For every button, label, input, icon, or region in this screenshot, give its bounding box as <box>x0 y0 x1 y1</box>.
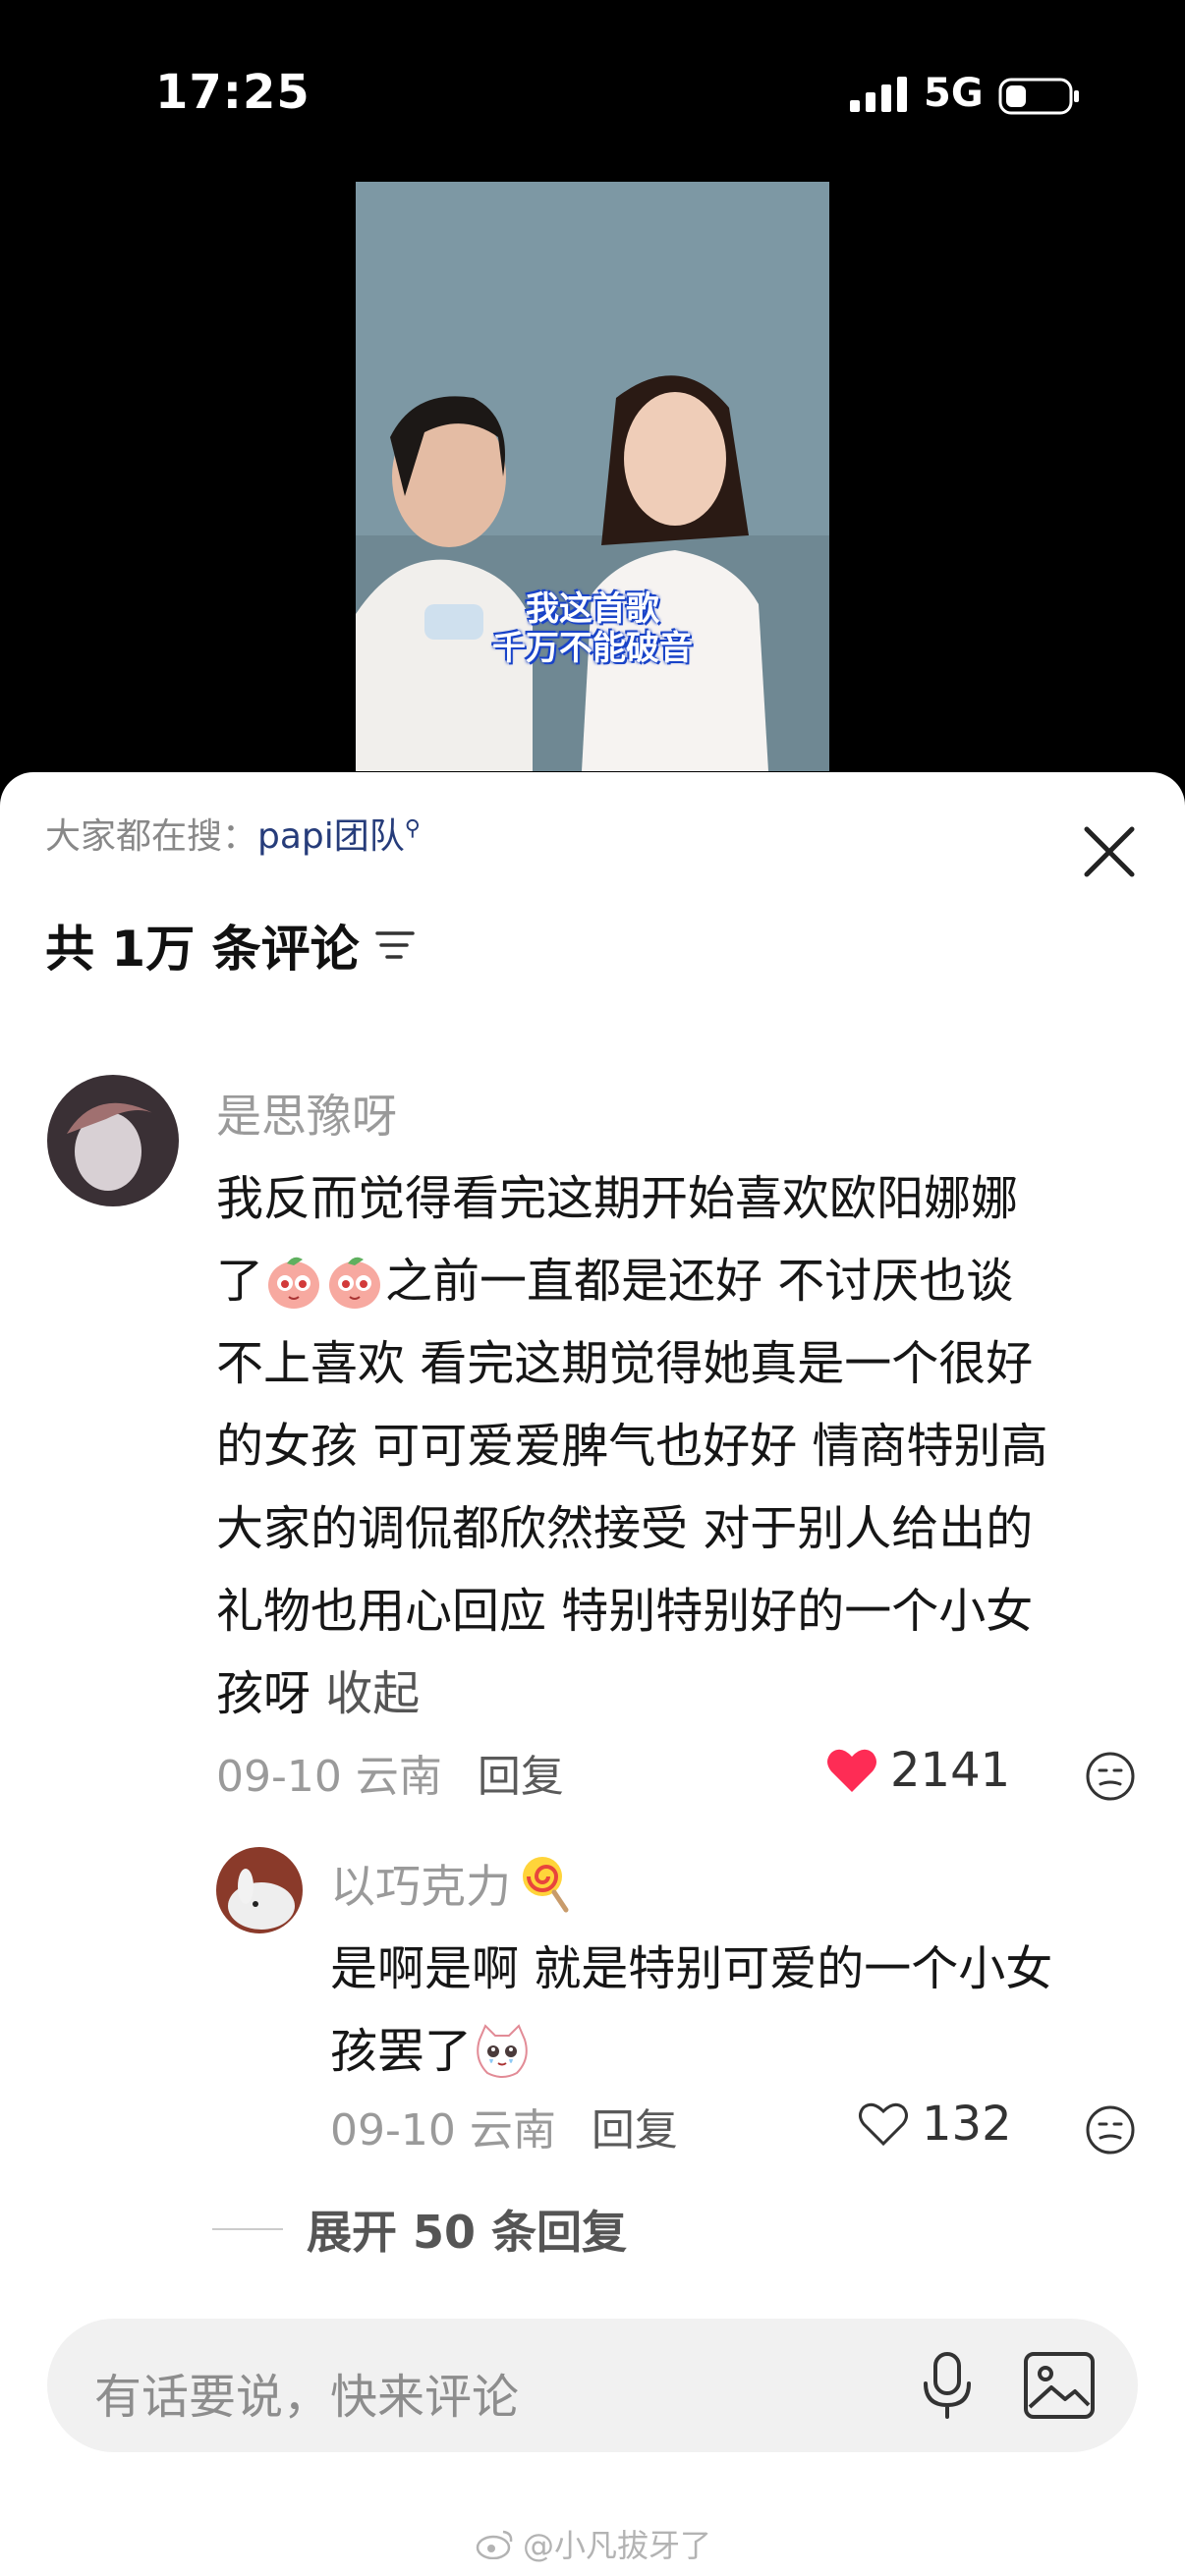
comment-username[interactable]: 是思豫呀 <box>216 1081 397 1146</box>
comment-date: 09-10 <box>216 1752 342 1802</box>
avatar[interactable] <box>47 1075 179 1206</box>
comment-count-row[interactable]: 共 1万 条评论 <box>45 910 417 980</box>
reply-button[interactable]: 回复 <box>592 2095 678 2157</box>
signal-icon <box>850 77 907 112</box>
like-button[interactable]: 2141 <box>825 1743 1010 1798</box>
comment-location: 云南 <box>469 2105 556 2156</box>
comment-meta: 09-10 云南 回复 <box>216 1741 564 1804</box>
comment-text-part: 之前一直都是还好 不讨厌也谈 <box>385 1254 1014 1309</box>
reply-username-row[interactable]: 以巧克力 <box>330 1851 570 1916</box>
video-caption: 我这首歌 千万不能破音 <box>356 589 829 668</box>
comment-line: 不上喜欢 看完这期觉得她真是一个很好 <box>216 1336 1034 1391</box>
comment-line: 是啊是啊 就是特别可爱的一个小女 <box>330 1941 1053 1996</box>
weibo-logo-icon <box>476 2530 513 2559</box>
comment-line: 礼物也用心回应 特别特别好的一个小女 <box>216 1584 1034 1639</box>
close-icon[interactable] <box>1079 821 1140 882</box>
video-player[interactable]: 我这首歌 千万不能破音 <box>356 182 829 771</box>
collapse-link[interactable]: 收起 <box>325 1666 420 1721</box>
peach-emoji-icon <box>329 1257 381 1309</box>
comment-input-placeholder: 有话要说，快来评论 <box>94 2370 520 2425</box>
status-bar: 17:25 5G <box>0 0 1185 187</box>
divider <box>212 2228 283 2230</box>
video-frame <box>356 182 829 771</box>
sort-icon[interactable] <box>373 924 417 967</box>
expand-replies-button[interactable]: 展开 50 条回复 <box>212 2197 627 2262</box>
emoji-reaction-icon[interactable] <box>1085 1751 1136 1802</box>
comment-line: 孩罢了 <box>330 2010 1146 2093</box>
search-icon: ⚲ <box>404 816 421 841</box>
comment-line: 孩呀 收起 <box>216 1652 1150 1735</box>
heart-filled-icon <box>827 1749 876 1792</box>
trending-search[interactable]: 大家都在搜：papi团队⚲ <box>45 808 421 859</box>
lollipop-emoji-icon <box>523 1857 569 1913</box>
crying-cat-emoji-icon <box>477 2024 528 2078</box>
comment-date-location: 09-10 云南 <box>330 2095 556 2157</box>
like-button[interactable]: 132 <box>857 2097 1012 2152</box>
comment-text-part: 孩呀 <box>216 1666 311 1721</box>
comment-sheet: 大家都在搜：papi团队⚲ 共 1万 条评论 是思豫呀 我反而觉得看完这期开始喜… <box>0 772 1185 2576</box>
like-count: 2141 <box>890 1743 1011 1798</box>
image-icon[interactable] <box>1020 2348 1099 2423</box>
avatar-image <box>216 1847 303 1933</box>
heart-outline-icon <box>859 2102 908 2147</box>
expand-replies-label: 展开 50 条回复 <box>307 2206 628 2259</box>
comment-date-location: 09-10 云南 <box>216 1741 442 1804</box>
search-keyword[interactable]: papi团队 <box>257 816 405 857</box>
network-type: 5G <box>924 71 984 116</box>
caption-line-1: 我这首歌 <box>526 589 659 629</box>
comment-line: 大家的调侃都欣然接受 对于别人给出的 <box>216 1501 1034 1556</box>
microphone-icon[interactable] <box>908 2346 987 2425</box>
comment-text-part: 了 <box>216 1254 264 1309</box>
reply-text: 是啊是啊 就是特别可爱的一个小女 孩罢了 <box>330 1928 1146 2093</box>
avatar-image <box>47 1075 179 1206</box>
caption-line-2: 千万不能破音 <box>492 629 693 668</box>
comment-location: 云南 <box>355 1752 442 1802</box>
comment-input[interactable]: 有话要说，快来评论 <box>47 2319 1138 2452</box>
status-time: 17:25 <box>155 65 310 120</box>
comment-line: 我反而觉得看完这期开始喜欢欧阳娜娜 <box>216 1171 1019 1226</box>
peach-emoji-icon <box>268 1257 320 1309</box>
battery-icon <box>998 78 1079 115</box>
comment-text-part: 孩罢了 <box>330 2024 473 2079</box>
reply-button[interactable]: 回复 <box>478 1741 564 1804</box>
comment-text: 我反而觉得看完这期开始喜欢欧阳娜娜 了 之前一直都是还好 不讨厌也谈 不上喜欢 看… <box>216 1157 1150 1735</box>
comment-date: 09-10 <box>330 2105 456 2156</box>
avatar[interactable] <box>216 1847 303 1933</box>
comment-line: 的女孩 可可爱爱脾气也好好 情商特别高 <box>216 1419 1048 1474</box>
like-count: 132 <box>922 2097 1012 2152</box>
comment-count: 共 1万 条评论 <box>45 921 360 978</box>
search-prefix: 大家都在搜： <box>45 816 258 857</box>
watermark: @小凡拔牙了 <box>476 2521 711 2566</box>
watermark-text: @小凡拔牙了 <box>523 2527 712 2564</box>
reply-meta: 09-10 云南 回复 <box>330 2095 678 2157</box>
comment-username[interactable]: 以巧克力 <box>330 1851 511 1916</box>
comment-line: 了 之前一直都是还好 不讨厌也谈 <box>216 1240 1150 1322</box>
emoji-reaction-icon[interactable] <box>1085 2104 1136 2156</box>
